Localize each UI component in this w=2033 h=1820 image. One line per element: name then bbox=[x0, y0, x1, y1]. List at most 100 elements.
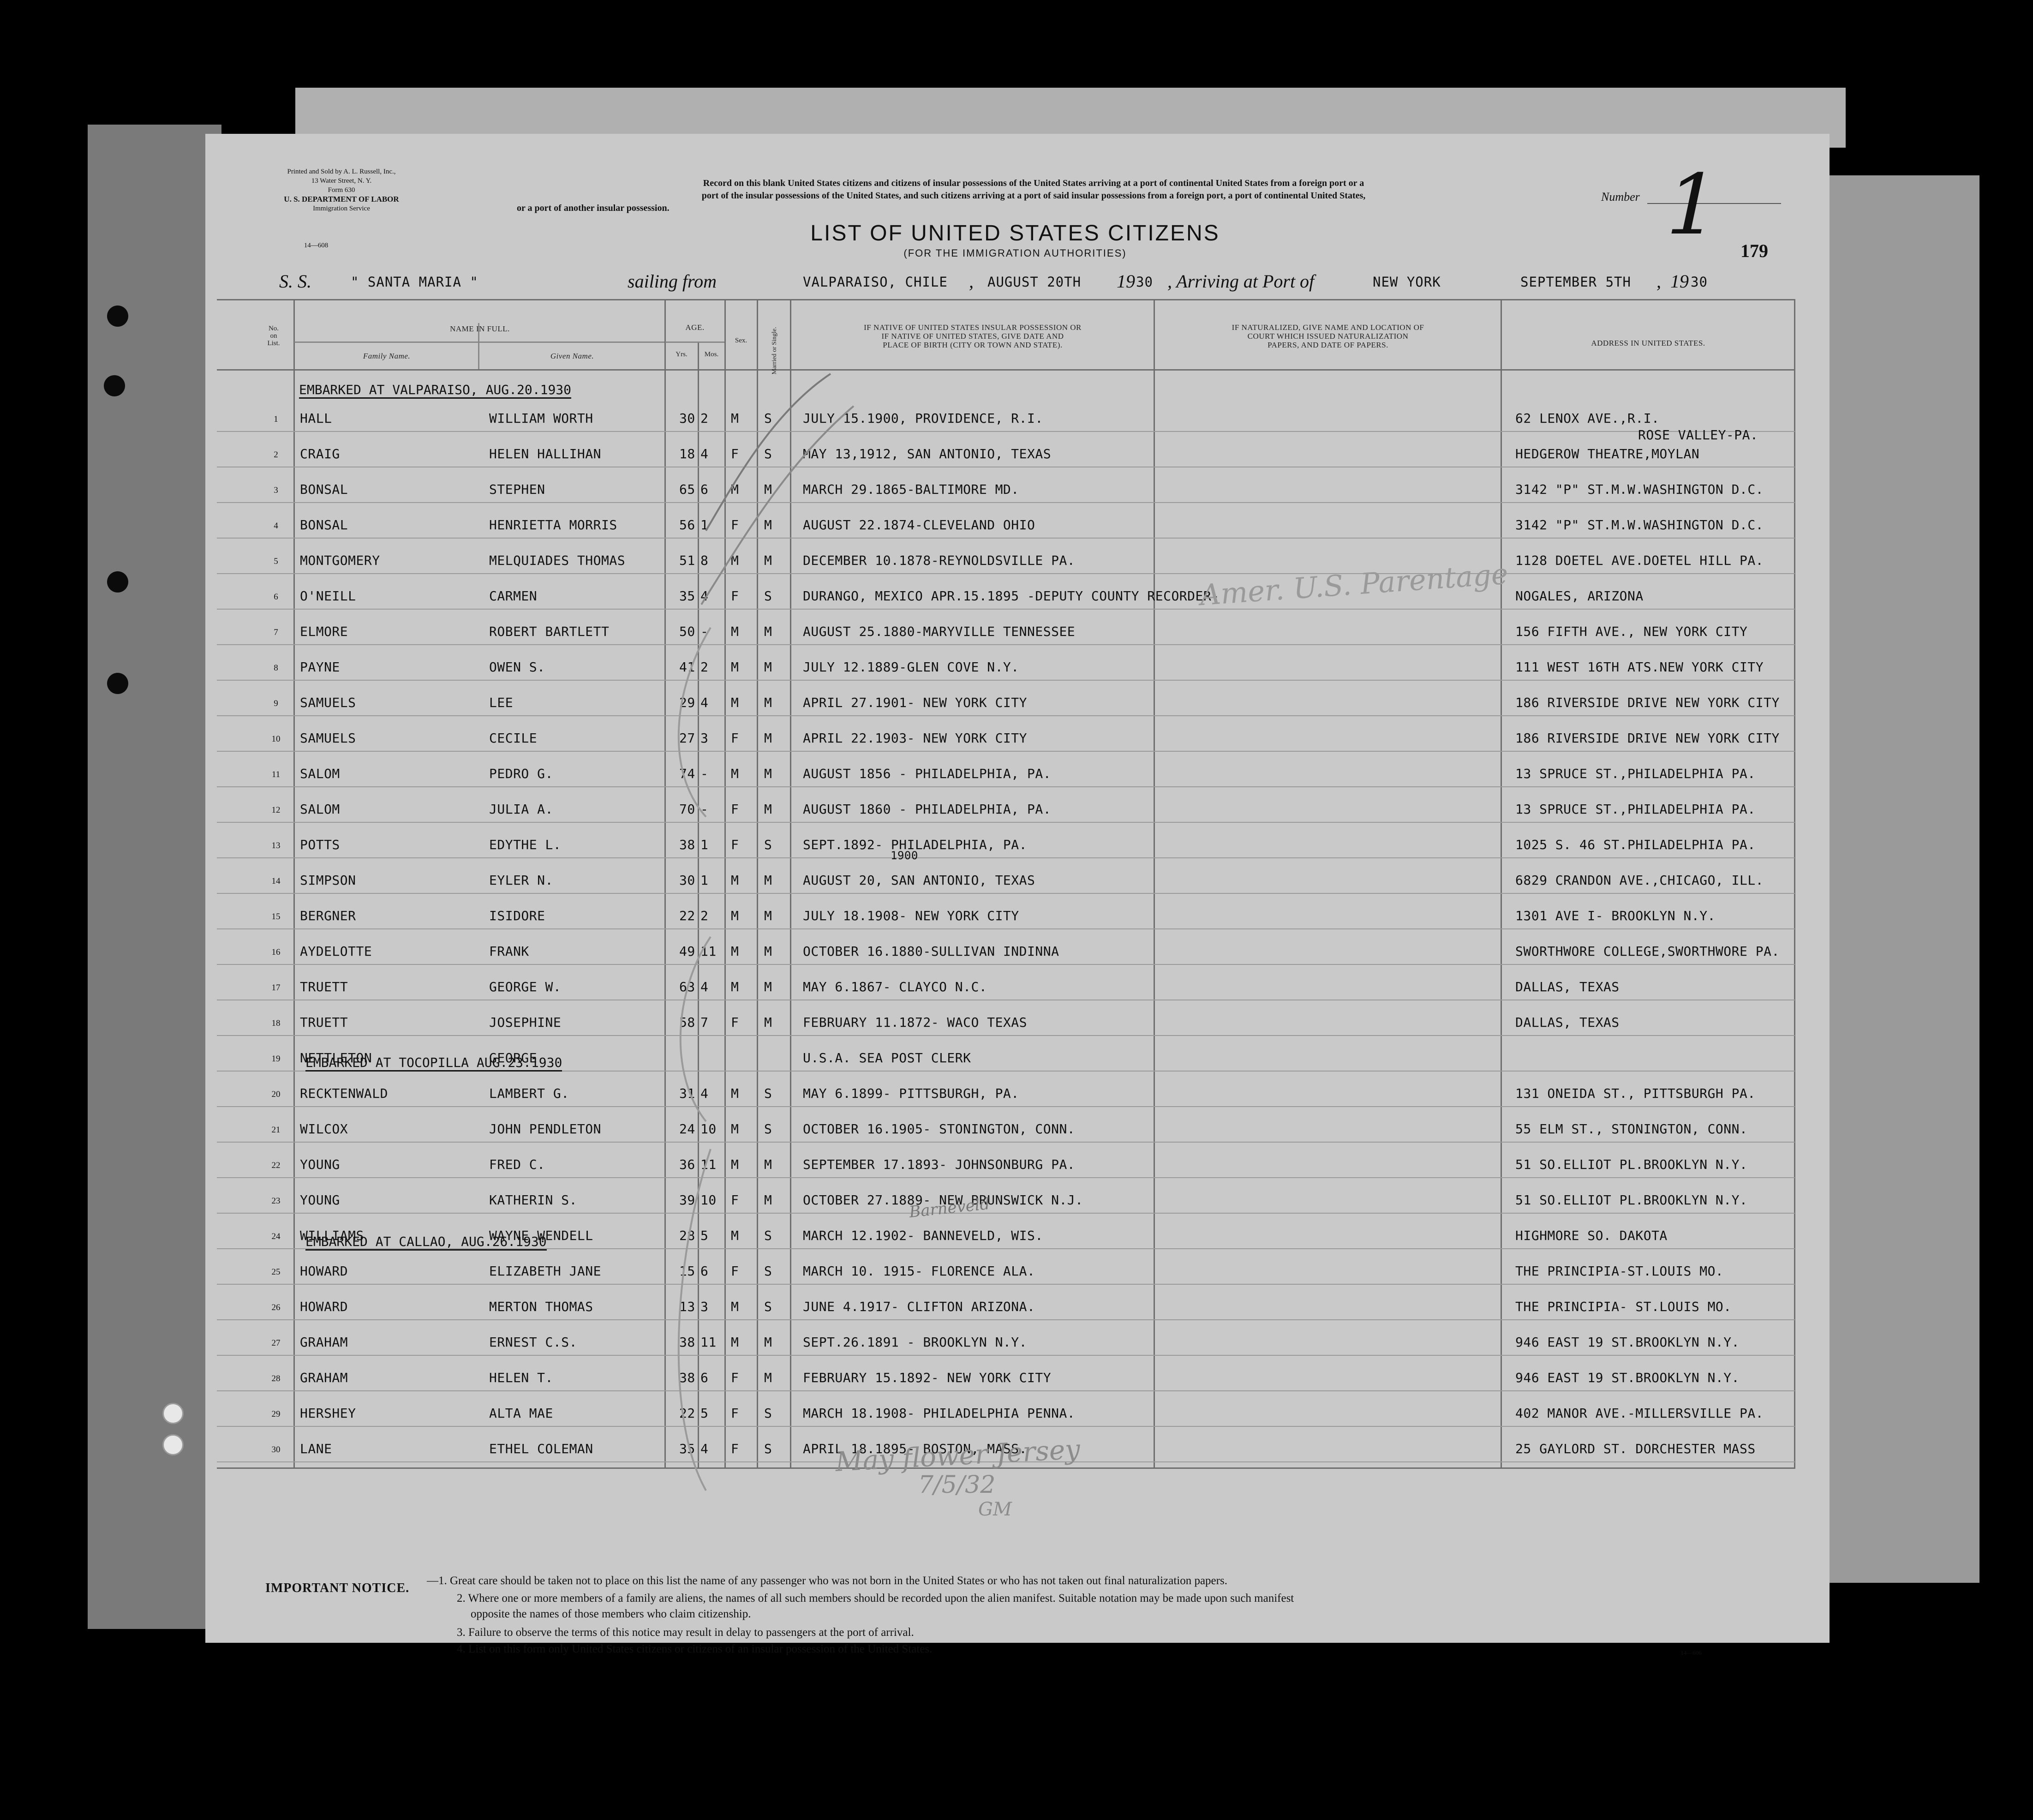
row-number: 13 bbox=[271, 841, 281, 850]
arrival-port: NEW YORK bbox=[1373, 274, 1441, 290]
given-name: MELQUIADES THOMAS bbox=[489, 553, 626, 568]
given-name: STEPHEN bbox=[489, 482, 545, 497]
family-name: AYDELOTTE bbox=[300, 944, 372, 959]
row-rule bbox=[217, 857, 1795, 858]
family-name: HERSHEY bbox=[300, 1406, 356, 1421]
row-number: 15 bbox=[271, 912, 281, 922]
row-number: 16 bbox=[271, 947, 281, 957]
given-name: PEDRO G. bbox=[489, 766, 553, 781]
number-label: Number bbox=[1601, 190, 1640, 204]
row-rule bbox=[217, 538, 1795, 539]
header-naturalized: IF NATURALIZED, GIVE NAME AND LOCATION O… bbox=[1155, 323, 1501, 349]
notice-item-1: —1. Great care should be taken not to pl… bbox=[427, 1575, 1227, 1587]
family-name: HOWARD bbox=[300, 1299, 348, 1314]
col-line-birth bbox=[1154, 299, 1155, 1469]
family-name: SIMPSON bbox=[300, 873, 356, 888]
row-rule bbox=[217, 822, 1795, 823]
header-address: ADDRESS IN UNITED STATES. bbox=[1591, 339, 1705, 347]
row-rule bbox=[217, 715, 1795, 716]
given-name: ALTA MAE bbox=[489, 1406, 553, 1421]
notice-heading: IMPORTANT NOTICE. bbox=[265, 1581, 410, 1595]
table-top-rule bbox=[217, 299, 1795, 300]
family-name: CRAIG bbox=[300, 446, 340, 461]
given-name: ISIDORE bbox=[489, 908, 545, 923]
header-no-3: List. bbox=[267, 340, 280, 347]
given-name: JOSEPHINE bbox=[489, 1015, 562, 1030]
given-name: FRANK bbox=[489, 944, 529, 959]
family-name: BERGNER bbox=[300, 908, 356, 923]
address: 6829 CRANDON AVE.,CHICAGO, ILL. bbox=[1515, 873, 1764, 888]
address: 62 LENOX AVE.,R.I. bbox=[1515, 411, 1660, 426]
family-name: YOUNG bbox=[300, 1157, 340, 1172]
row-rule bbox=[217, 1213, 1795, 1214]
instruction-line-3: or a port of another insular possession. bbox=[517, 203, 670, 213]
family-name: MONTGOMERY bbox=[300, 553, 380, 568]
row-rule bbox=[217, 644, 1795, 645]
header-age: AGE. bbox=[685, 323, 705, 332]
row-number: 14 bbox=[271, 876, 281, 886]
row-rule bbox=[217, 1390, 1795, 1391]
family-name: SALOM bbox=[300, 766, 340, 781]
notice-item-2-cont: opposite the names of those members who … bbox=[471, 1608, 751, 1620]
departure-year: 30 bbox=[1136, 274, 1153, 290]
given-name: ROBERT BARTLETT bbox=[489, 624, 610, 639]
given-name: JULIA A. bbox=[489, 802, 553, 817]
family-name: POTTS bbox=[300, 837, 340, 852]
address: 3142 "P" ST.M.W.WASHINGTON D.C. bbox=[1515, 517, 1764, 533]
address: 1128 DOETEL AVE.DOETEL HILL PA. bbox=[1515, 553, 1764, 568]
row-number: 18 bbox=[271, 1018, 281, 1028]
family-name: LANE bbox=[300, 1441, 332, 1456]
family-name: PAYNE bbox=[300, 659, 340, 675]
row-number: 28 bbox=[271, 1374, 281, 1383]
family-name: GRAHAM bbox=[300, 1335, 348, 1350]
address: 55 ELM ST., STONINGTON, CONN. bbox=[1515, 1121, 1748, 1137]
row-number: 7 bbox=[274, 628, 278, 637]
row-number: 19 bbox=[271, 1054, 281, 1064]
row-number: 29 bbox=[271, 1409, 281, 1419]
row-rule bbox=[217, 502, 1795, 503]
instruction-line-2: port of the insular possessions of the U… bbox=[701, 191, 1366, 201]
comma-1: , bbox=[969, 271, 974, 292]
header-family-name: Family Name. bbox=[363, 352, 411, 360]
row-number: 26 bbox=[271, 1303, 281, 1312]
binder-hole-4 bbox=[107, 673, 128, 694]
col-line-right bbox=[1794, 299, 1795, 1469]
form-subtitle: (FOR THE IMMIGRATION AUTHORITIES) bbox=[903, 247, 1127, 259]
row-rule bbox=[217, 928, 1795, 929]
publisher-line-2: 13 Water Street, N. Y. bbox=[311, 177, 372, 185]
family-name: HOWARD bbox=[300, 1263, 348, 1279]
address: 156 FIFTH AVE., NEW YORK CITY bbox=[1515, 624, 1748, 639]
arriving-label: , Arriving at Port of bbox=[1167, 271, 1315, 292]
arrival-year: 30 bbox=[1691, 274, 1708, 290]
department-name: U. S. DEPARTMENT OF LABOR bbox=[284, 195, 399, 204]
address: 186 RIVERSIDE DRIVE NEW YORK CITY bbox=[1515, 730, 1780, 746]
form-code-top: 14—608 bbox=[304, 242, 329, 249]
given-name: ELIZABETH JANE bbox=[489, 1263, 602, 1279]
publisher-line-1: Printed and Sold by A. L. Russell, Inc., bbox=[287, 168, 396, 175]
sailing-label: sailing from bbox=[628, 271, 717, 292]
row2-address-above: ROSE VALLEY-PA. bbox=[1638, 427, 1758, 443]
header-birth-2: IF NATIVE OF UNITED STATES, GIVE DATE AN… bbox=[881, 332, 1064, 341]
row-number: 25 bbox=[271, 1267, 281, 1277]
col-line-nat bbox=[1501, 299, 1502, 1469]
arrival-year-prefix: 19 bbox=[1670, 271, 1689, 292]
row-number: 6 bbox=[274, 592, 278, 602]
family-name: RECKTENWALD bbox=[300, 1086, 388, 1101]
instruction-line-1: Record on this blank United States citiz… bbox=[703, 178, 1364, 188]
row-number: 9 bbox=[274, 699, 278, 708]
header-nat-3: PAPERS, AND DATE OF PAPERS. bbox=[1268, 341, 1388, 349]
row-number: 10 bbox=[271, 734, 281, 744]
header-name-in-full: NAME IN FULL. bbox=[450, 324, 510, 333]
row-number: 5 bbox=[274, 557, 278, 566]
notice-item-3: 3. Failure to observe the terms of this … bbox=[457, 1626, 914, 1639]
embarked-valparaiso: EMBARKED AT VALPARAISO, AUG.20.1930 bbox=[299, 382, 572, 399]
header-no: No. on List. bbox=[254, 325, 293, 347]
backing-sheet-right bbox=[1827, 175, 1979, 1583]
address: 131 ONEIDA ST., PITTSBURGH PA. bbox=[1515, 1086, 1756, 1101]
comma-2: , bbox=[1656, 271, 1661, 292]
address: 186 RIVERSIDE DRIVE NEW YORK CITY bbox=[1515, 695, 1780, 710]
given-name: EYLER N. bbox=[489, 873, 553, 888]
header-nat-1: IF NATURALIZED, GIVE NAME AND LOCATION O… bbox=[1232, 323, 1424, 332]
instructions: Record on this blank United States citiz… bbox=[517, 177, 1550, 215]
row-rule bbox=[217, 1177, 1795, 1178]
